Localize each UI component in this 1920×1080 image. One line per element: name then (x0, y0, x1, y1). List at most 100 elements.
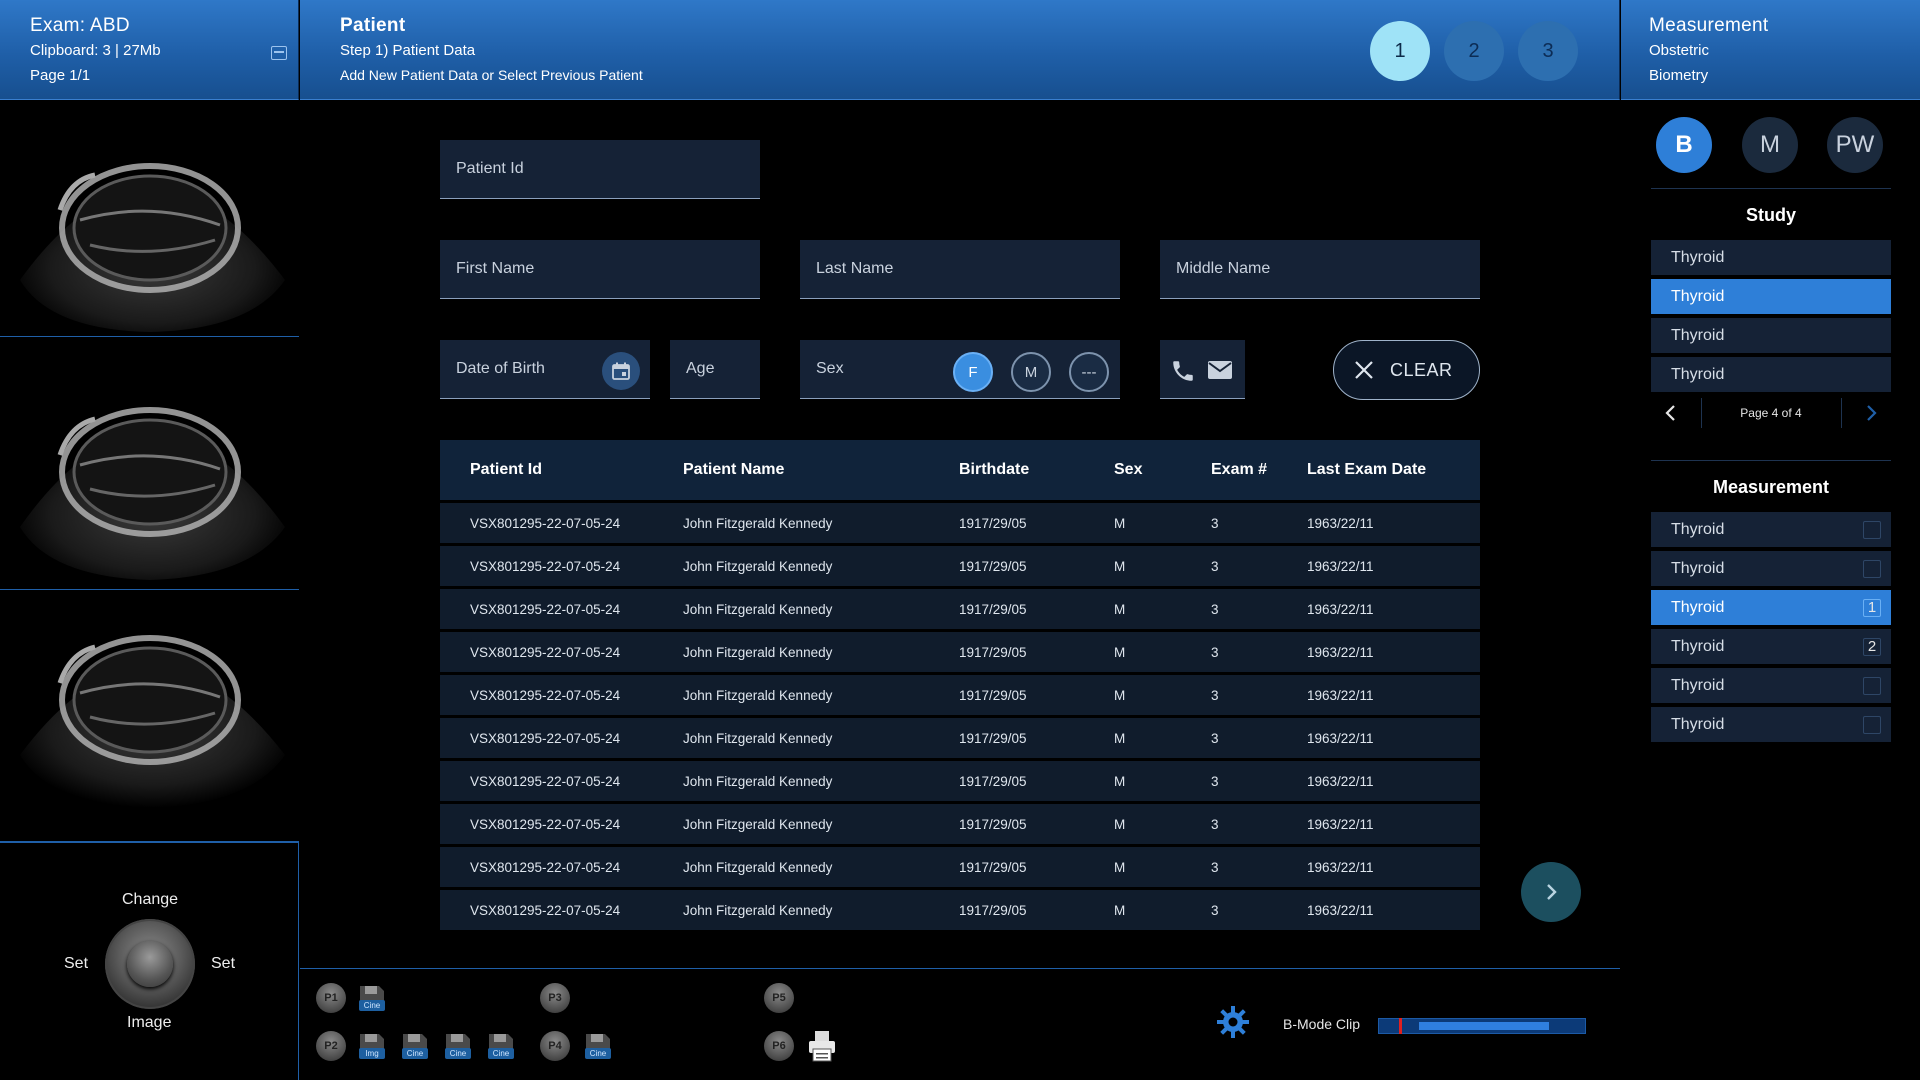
cell-patient-name: John Fitzgerald Kennedy (683, 902, 833, 918)
step-1-button[interactable]: 1 (1370, 21, 1430, 81)
sex-unspecified-button[interactable]: --- (1069, 352, 1109, 392)
mode-pw-button[interactable]: PW (1827, 117, 1883, 173)
cell-patient-id: VSX801295-22-07-05-24 (470, 859, 621, 875)
measurement-item-label: Thyroid (1671, 521, 1725, 538)
measurement-item[interactable]: Thyroid 1 (1651, 590, 1891, 625)
phone-icon[interactable] (1170, 358, 1196, 389)
chevron-right-icon[interactable] (1863, 404, 1879, 427)
ultrasound-thumbnail-2[interactable] (0, 337, 299, 590)
preset-p4-button[interactable]: P4 (540, 1031, 570, 1061)
preset-p1-button[interactable]: P1 (316, 983, 346, 1013)
cell-exam-count: 3 (1211, 601, 1219, 617)
gear-icon[interactable] (1216, 1005, 1250, 1044)
printer-icon[interactable] (806, 1029, 838, 1068)
date-of-birth-field[interactable]: Date of Birth (440, 340, 650, 399)
cell-patient-id: VSX801295-22-07-05-24 (470, 687, 621, 703)
measurement-item[interactable]: Thyroid (1651, 707, 1891, 742)
sex-male-button[interactable]: M (1011, 352, 1051, 392)
first-name-field[interactable]: First Name (440, 240, 760, 299)
measurement-item[interactable]: Thyroid (1651, 551, 1891, 586)
cell-sex: M (1114, 601, 1126, 617)
trackball-area: Change Set Set Image (0, 842, 299, 1080)
floppy-icon[interactable]: Cine (486, 1031, 516, 1061)
study-item[interactable]: Thyroid (1651, 318, 1891, 353)
preset-p5-button[interactable]: P5 (764, 983, 794, 1013)
disk-label: Cine (488, 1048, 514, 1059)
preset-p6-button[interactable]: P6 (764, 1031, 794, 1061)
page-title: Patient (340, 15, 406, 36)
calendar-icon[interactable] (602, 352, 640, 390)
measurement-category: Obstetric (1649, 42, 1710, 59)
mail-icon[interactable] (1207, 360, 1233, 385)
measurement-item[interactable]: Thyroid 2 (1651, 629, 1891, 664)
study-pager: Page 4 of 4 (1651, 396, 1891, 431)
floppy-icon[interactable]: Cine (443, 1031, 473, 1061)
header-sex[interactable]: Sex (1114, 461, 1211, 479)
next-button[interactable] (1521, 862, 1581, 922)
disk-label: Cine (445, 1048, 471, 1059)
table-row[interactable]: VSX801295-22-07-05-24 John Fitzgerald Ken… (440, 804, 1480, 844)
table-row[interactable]: VSX801295-22-07-05-24 John Fitzgerald Ken… (440, 503, 1480, 543)
floppy-icon[interactable]: Cine (400, 1031, 430, 1061)
table-row[interactable]: VSX801295-22-07-05-24 John Fitzgerald Ken… (440, 761, 1480, 801)
header-birthdate[interactable]: Birthdate (959, 461, 1114, 479)
cell-sex: M (1114, 902, 1126, 918)
table-row[interactable]: VSX801295-22-07-05-24 John Fitzgerald Ken… (440, 632, 1480, 672)
measurement-item[interactable]: Thyroid (1651, 512, 1891, 547)
measurement-item[interactable]: Thyroid (1651, 668, 1891, 703)
measurement-count (1863, 560, 1881, 578)
preset-p3-button[interactable]: P3 (540, 983, 570, 1013)
floppy-icon[interactable]: Img (357, 1031, 387, 1061)
table-row[interactable]: VSX801295-22-07-05-24 John Fitzgerald Ken… (440, 589, 1480, 629)
knob-top-label: Change (122, 891, 179, 908)
study-item[interactable]: Thyroid (1651, 240, 1891, 275)
knob-right-label: Set (211, 955, 236, 972)
page-info: Page 1/1 (30, 67, 91, 84)
ultrasound-thumbnail-3[interactable] (0, 590, 299, 842)
cell-sex: M (1114, 773, 1126, 789)
mode-m-button[interactable]: M (1742, 117, 1798, 173)
cell-patient-id: VSX801295-22-07-05-24 (470, 730, 621, 746)
header-patient-name[interactable]: Patient Name (683, 461, 959, 479)
step-2-button[interactable]: 2 (1444, 21, 1504, 81)
ultrasound-thumbnail-1[interactable] (0, 100, 299, 337)
floppy-icon[interactable]: Cine (357, 983, 387, 1013)
table-row[interactable]: VSX801295-22-07-05-24 John Fitzgerald Ken… (440, 675, 1480, 715)
measurement-item-label: Thyroid (1671, 599, 1725, 616)
cell-last-exam-date: 1963/22/11 (1307, 859, 1374, 875)
table-row[interactable]: VSX801295-22-07-05-24 John Fitzgerald Ken… (440, 890, 1480, 930)
study-item[interactable]: Thyroid (1651, 279, 1891, 314)
bmode-clip-marker[interactable] (1399, 1018, 1402, 1034)
measurement-count (1863, 716, 1881, 734)
clear-button[interactable]: CLEAR (1333, 340, 1480, 400)
bmode-clip-progress[interactable] (1378, 1018, 1586, 1034)
middle-name-field[interactable]: Middle Name (1160, 240, 1480, 299)
study-item[interactable]: Thyroid (1651, 357, 1891, 392)
table-body: VSX801295-22-07-05-24 John Fitzgerald Ken… (440, 503, 1480, 930)
clipboard-icon[interactable] (271, 46, 287, 60)
preset-p2-button[interactable]: P2 (316, 1031, 346, 1061)
sex-female-button[interactable]: F (953, 352, 993, 392)
bmode-clip-label: B-Mode Clip (1283, 1016, 1361, 1032)
table-row[interactable]: VSX801295-22-07-05-24 John Fitzgerald Ken… (440, 546, 1480, 586)
mode-b-button[interactable]: B (1656, 117, 1712, 173)
step-3-button[interactable]: 3 (1518, 21, 1578, 81)
patient-id-field[interactable]: Patient Id (440, 140, 760, 199)
cell-last-exam-date: 1963/22/11 (1307, 601, 1374, 617)
disk-label: Img (359, 1048, 385, 1059)
patient-form-area: Patient Id First Name Last Name Middle N… (300, 100, 1620, 968)
header-exam-count[interactable]: Exam # (1211, 461, 1307, 479)
cell-sex: M (1114, 515, 1126, 531)
table-row[interactable]: VSX801295-22-07-05-24 John Fitzgerald Ken… (440, 847, 1480, 887)
header-patient-id[interactable]: Patient Id (440, 461, 683, 479)
header-last-exam-date[interactable]: Last Exam Date (1307, 461, 1480, 479)
last-name-field[interactable]: Last Name (800, 240, 1120, 299)
table-row[interactable]: VSX801295-22-07-05-24 John Fitzgerald Ken… (440, 718, 1480, 758)
cell-patient-name: John Fitzgerald Kennedy (683, 687, 833, 703)
age-field[interactable]: Age (670, 340, 760, 399)
measurement-panel: B M PW Study Thyroid Thyroid Thyroid Thy… (1621, 100, 1920, 1080)
trackball-knob[interactable] (105, 919, 195, 1009)
floppy-icon[interactable]: Cine (583, 1031, 613, 1061)
cell-exam-count: 3 (1211, 644, 1219, 660)
preset-bar: P1 Cine P2 Img Cine Cine Cine P3 P4 Cine… (300, 968, 1620, 1080)
